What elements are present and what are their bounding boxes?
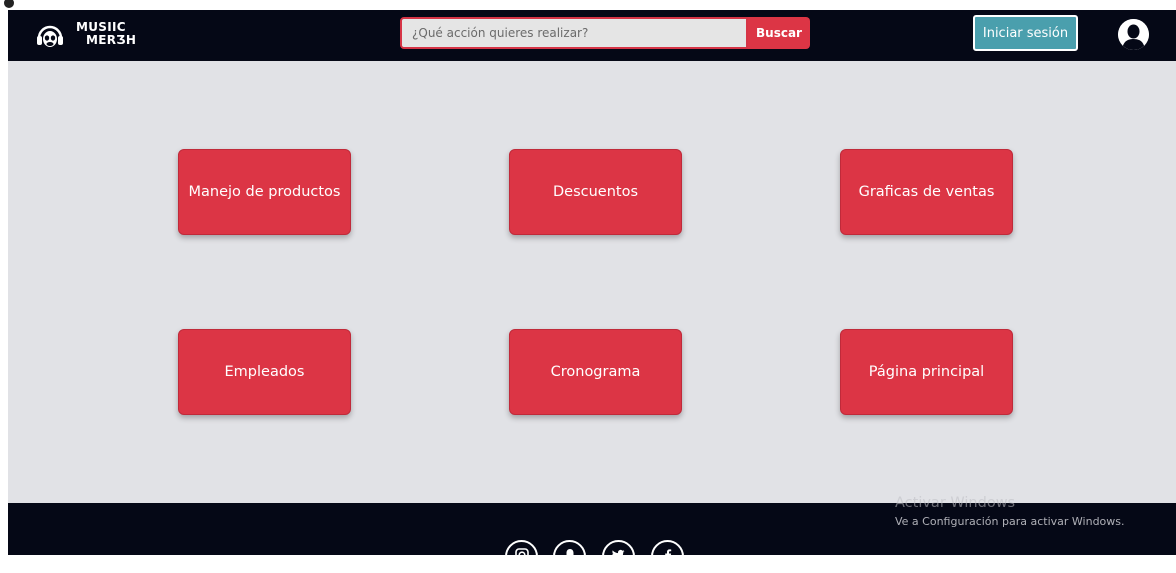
tile-graficas-de-ventas[interactable]: Graficas de ventas — [840, 149, 1013, 235]
twitter-icon — [611, 549, 625, 561]
instagram-icon — [514, 548, 529, 562]
top-strip — [0, 0, 1176, 10]
tile-cronograma[interactable]: Cronograma — [509, 329, 682, 415]
tile-manejo-de-productos[interactable]: Manejo de productos — [178, 149, 351, 235]
logo[interactable]: MUSIIC MERƷH — [34, 20, 174, 54]
login-button[interactable]: Iniciar sesión — [973, 15, 1078, 51]
dashboard-main: Manejo de productos Descuentos Graficas … — [8, 61, 1176, 503]
facebook-link[interactable] — [651, 540, 684, 573]
watermark-subtitle: Ve a Configuración para activar Windows. — [895, 515, 1125, 528]
tile-pagina-principal[interactable]: Página principal — [840, 329, 1013, 415]
snapchat-link[interactable] — [553, 540, 586, 573]
twitter-link[interactable] — [602, 540, 635, 573]
navbar: MUSIIC MERƷH Buscar Iniciar sesión — [8, 10, 1176, 61]
snapchat-icon — [563, 549, 576, 561]
instagram-link[interactable] — [505, 540, 538, 573]
search-input[interactable] — [400, 17, 748, 49]
headphones-monkey-logo-icon — [37, 25, 63, 47]
logo-wordmark: MUSIIC MERƷH — [76, 21, 136, 47]
facebook-icon — [664, 549, 671, 561]
tile-empleados[interactable]: Empleados — [178, 329, 351, 415]
browser-viewport: MUSIIC MERƷH Buscar Iniciar sesión Manej… — [0, 0, 1176, 573]
partial-glyph-icon — [4, 0, 14, 8]
logo-line-1: MUSIIC — [76, 20, 126, 34]
user-avatar-icon — [1118, 19, 1149, 50]
user-avatar[interactable] — [1118, 19, 1149, 50]
search-bar: Buscar — [400, 17, 810, 49]
watermark-title: Activar Windows — [895, 495, 1016, 511]
windows-activation-watermark: Activar Windows Ve a Configuración para … — [895, 494, 1125, 530]
logo-line-2: MERƷH — [86, 33, 137, 47]
tile-descuentos[interactable]: Descuentos — [509, 149, 682, 235]
search-button[interactable]: Buscar — [748, 17, 810, 49]
